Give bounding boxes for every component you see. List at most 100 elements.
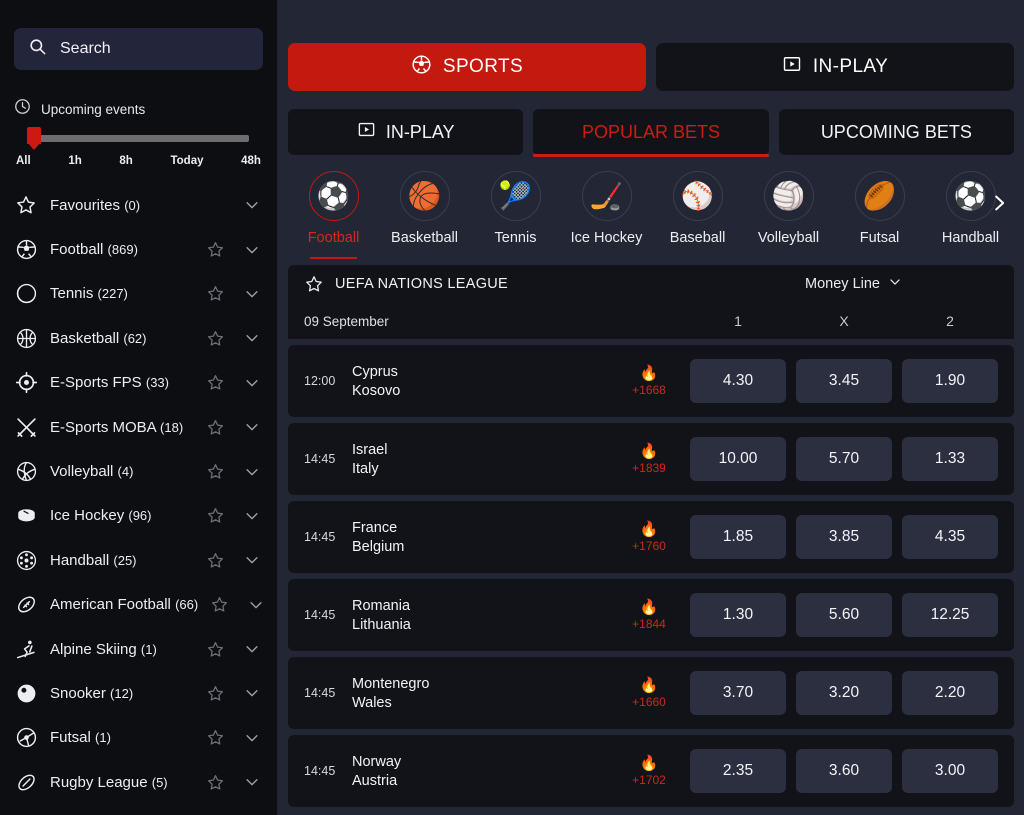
strip-next-button[interactable] (984, 181, 1014, 225)
odd-button-2[interactable]: 1.33 (902, 437, 998, 481)
sidebar-item-tennis[interactable]: Tennis (227) (0, 272, 277, 316)
odd-button-x[interactable]: 3.20 (796, 671, 892, 715)
favourite-star-icon[interactable] (206, 640, 225, 659)
odd-button-1[interactable]: 2.35 (690, 749, 786, 793)
chevron-down-icon[interactable] (243, 418, 261, 436)
sport-chip-tennis[interactable]: 🎾 Tennis (470, 171, 561, 259)
sidebar-item-e-sports-fps[interactable]: E-Sports FPS (33) (0, 361, 277, 405)
chevron-down-icon[interactable] (243, 374, 261, 392)
odd-button-2[interactable]: 1.90 (902, 359, 998, 403)
match-row[interactable]: 14:45 Norway Austria 🔥 +1702 2.35 3.60 3.00 (288, 735, 1014, 807)
favourite-star-icon[interactable] (206, 240, 225, 259)
favourite-star-icon[interactable] (206, 684, 225, 703)
slider-tick-all[interactable]: All (16, 155, 31, 167)
sport-chip-volleyball[interactable]: 🏐 Volleyball (743, 171, 834, 259)
sport-chip-basketball[interactable]: 🏀 Basketball (379, 171, 470, 259)
hot-market-indicator[interactable]: 🔥 +1844 (614, 600, 684, 631)
favourite-star-icon[interactable] (206, 418, 225, 437)
favourite-star-icon[interactable] (206, 462, 225, 481)
sidebar-item-rugby-league[interactable]: Rugby League (5) (0, 760, 277, 804)
subtab-upcoming-bets[interactable]: UPCOMING BETS (778, 109, 1014, 155)
market-selector[interactable]: Money Line (805, 275, 902, 293)
chevron-down-icon[interactable] (243, 329, 261, 347)
sidebar-item-e-sports-moba[interactable]: E-Sports MOBA (18) (0, 405, 277, 449)
hot-market-indicator[interactable]: 🔥 +1702 (614, 756, 684, 787)
favourite-star-icon[interactable] (206, 373, 225, 392)
match-row[interactable]: 14:45 France Belgium 🔥 +1760 1.85 3.85 4.35 (288, 501, 1014, 573)
sidebar-item-american-football[interactable]: American Football (66) (0, 583, 277, 627)
hot-market-indicator[interactable]: 🔥 +1760 (614, 522, 684, 553)
slider-track[interactable] (30, 135, 249, 142)
favourite-star-icon[interactable] (206, 506, 225, 525)
chevron-down-icon[interactable] (243, 285, 261, 303)
search-bar[interactable] (14, 28, 263, 70)
sidebar-item-label: E-Sports MOBA (18) (50, 418, 184, 436)
chevron-down-icon[interactable] (243, 773, 261, 791)
chevron-down-icon[interactable] (243, 463, 261, 481)
sport-chip-baseball[interactable]: ⚾ Baseball (652, 171, 743, 259)
favourite-star-icon[interactable] (206, 551, 225, 570)
odd-button-1[interactable]: 4.30 (690, 359, 786, 403)
match-row[interactable]: 14:45 Montenegro Wales 🔥 +1660 3.70 3.20 2.20 (288, 657, 1014, 729)
sport-chip-label: Handball (941, 230, 1000, 246)
odd-button-1[interactable]: 1.85 (690, 515, 786, 559)
chevron-down-icon[interactable] (243, 196, 261, 214)
sidebar-item-favourites[interactable]: Favourites (0) (0, 183, 277, 227)
tab-in-play-label: IN-PLAY (812, 56, 889, 77)
odd-button-2[interactable]: 3.00 (902, 749, 998, 793)
sidebar-item-snooker[interactable]: Snooker (12) (0, 671, 277, 715)
sidebar-item-alpine-skiing[interactable]: Alpine Skiing (1) (0, 627, 277, 671)
chevron-down-icon[interactable] (243, 241, 261, 259)
tab-in-play[interactable]: IN-PLAY (656, 43, 1014, 91)
slider-tick-today[interactable]: Today (170, 155, 203, 167)
search-input[interactable] (60, 40, 249, 58)
favourite-star-icon[interactable] (206, 329, 225, 348)
slider-tick-1h[interactable]: 1h (68, 155, 81, 167)
sport-chip-futsal[interactable]: 🏉 Futsal (834, 171, 925, 259)
odd-button-2[interactable]: 4.35 (902, 515, 998, 559)
slider-tick-48h[interactable]: 48h (241, 155, 261, 167)
chevron-down-icon[interactable] (247, 596, 265, 614)
odd-button-x[interactable]: 5.60 (796, 593, 892, 637)
sidebar-item-ice-hockey[interactable]: Ice Hockey (96) (0, 494, 277, 538)
sidebar-item-volleyball[interactable]: Volleyball (4) (0, 449, 277, 493)
sidebar-item-handball[interactable]: Handball (25) (0, 538, 277, 582)
odd-button-1[interactable]: 3.70 (690, 671, 786, 715)
sport-chip-football[interactable]: ⚽ Football (288, 171, 379, 259)
sidebar-item-futsal[interactable]: Futsal (1) (0, 716, 277, 760)
hot-market-indicator[interactable]: 🔥 +1839 (614, 444, 684, 475)
chevron-down-icon[interactable] (243, 729, 261, 747)
sidebar-item-football[interactable]: Football (869) (0, 227, 277, 271)
odd-button-1[interactable]: 1.30 (690, 593, 786, 637)
sport-chip-ice-hockey[interactable]: 🏒 Ice Hockey (561, 171, 652, 259)
odd-button-2[interactable]: 2.20 (902, 671, 998, 715)
star-icon[interactable] (304, 274, 324, 294)
subtab-popular-bets[interactable]: POPULAR BETS (533, 109, 769, 157)
subtab-in-play[interactable]: IN-PLAY (288, 109, 524, 155)
favourite-star-icon[interactable] (210, 595, 229, 614)
slider-handle[interactable] (27, 127, 41, 150)
odd-button-2[interactable]: 12.25 (902, 593, 998, 637)
odd-button-x[interactable]: 3.85 (796, 515, 892, 559)
hot-market-indicator[interactable]: 🔥 +1660 (614, 678, 684, 709)
chevron-down-icon[interactable] (243, 551, 261, 569)
odd-button-x[interactable]: 3.45 (796, 359, 892, 403)
match-row[interactable]: 14:45 Romania Lithuania 🔥 +1844 1.30 5.60 12.25 (288, 579, 1014, 651)
favourite-star-icon[interactable] (206, 284, 225, 303)
time-range-slider[interactable] (14, 127, 263, 150)
hot-market-indicator[interactable]: 🔥 +1668 (614, 366, 684, 397)
favourite-star-icon[interactable] (206, 728, 225, 747)
odds-group: 10.00 5.70 1.33 (690, 437, 998, 481)
odd-button-x[interactable]: 3.60 (796, 749, 892, 793)
odd-button-1[interactable]: 10.00 (690, 437, 786, 481)
chevron-down-icon[interactable] (243, 507, 261, 525)
match-row[interactable]: 14:45 Israel Italy 🔥 +1839 10.00 5.70 1.33 (288, 423, 1014, 495)
sidebar-item-basketball[interactable]: Basketball (62) (0, 316, 277, 360)
slider-tick-8h[interactable]: 8h (119, 155, 132, 167)
chevron-down-icon[interactable] (243, 684, 261, 702)
chevron-down-icon[interactable] (243, 640, 261, 658)
match-row[interactable]: 12:00 Cyprus Kosovo 🔥 +1668 4.30 3.45 1.90 (288, 345, 1014, 417)
tab-sports[interactable]: SPORTS (288, 43, 646, 91)
odd-button-x[interactable]: 5.70 (796, 437, 892, 481)
favourite-star-icon[interactable] (206, 773, 225, 792)
